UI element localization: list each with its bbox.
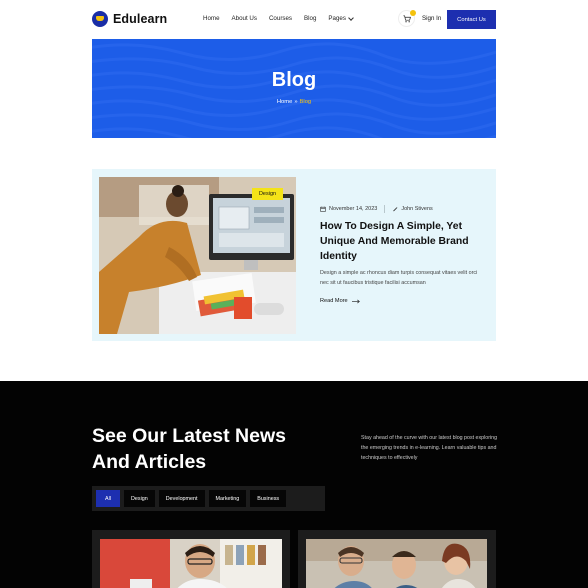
post-meta: November 14, 2023 John Stivens bbox=[320, 205, 433, 213]
filter-design[interactable]: Design bbox=[124, 490, 155, 507]
hero-banner: Blog Home» Blog bbox=[92, 39, 496, 138]
blog-card-image[interactable] bbox=[306, 539, 487, 588]
breadcrumb-separator: » bbox=[294, 99, 298, 105]
contact-us-button[interactable]: Contact Us bbox=[447, 10, 496, 29]
latest-news-section bbox=[0, 381, 588, 588]
blog-card-image[interactable] bbox=[100, 539, 282, 588]
filter-development[interactable]: Development bbox=[158, 490, 205, 507]
category-tag[interactable]: Design bbox=[252, 188, 283, 200]
main-nav: Home About Us Courses Blog Pages bbox=[203, 14, 365, 22]
logo[interactable]: Edulearn bbox=[92, 11, 167, 27]
cart-icon bbox=[402, 14, 411, 22]
nav-courses[interactable]: Courses bbox=[269, 15, 292, 22]
meta-divider bbox=[384, 205, 386, 213]
cart-button[interactable] bbox=[398, 10, 416, 27]
filter-all[interactable]: All bbox=[96, 490, 120, 507]
breadcrumb-home[interactable]: Home bbox=[277, 99, 292, 105]
blog-card[interactable] bbox=[298, 530, 496, 588]
nav-blog[interactable]: Blog bbox=[304, 15, 316, 22]
pen-icon bbox=[393, 207, 398, 212]
nav-home[interactable]: Home bbox=[203, 15, 220, 22]
featured-post-image[interactable] bbox=[99, 177, 296, 334]
read-more-label: Read More bbox=[320, 298, 348, 304]
filter-marketing[interactable]: Marketing bbox=[208, 490, 247, 507]
page-title: Blog bbox=[271, 69, 317, 91]
post-excerpt: Design a simple ac rhoncus diam turpis c… bbox=[320, 270, 478, 286]
section-title: See Our Latest News And Articles bbox=[92, 425, 286, 473]
post-date: November 14, 2023 bbox=[329, 206, 378, 212]
nav-pages[interactable]: Pages bbox=[328, 14, 354, 22]
nav-about-us[interactable]: About Us bbox=[232, 15, 257, 22]
site-header: Edulearn Home About Us Courses Blog Page… bbox=[0, 0, 588, 39]
logo-text: Edulearn bbox=[113, 12, 168, 26]
blog-card[interactable] bbox=[92, 530, 290, 588]
sign-in-link[interactable]: Sign In bbox=[422, 15, 441, 22]
filter-business[interactable]: Business bbox=[250, 490, 287, 507]
post-title[interactable]: How To Design A Simple, Yet Unique And M… bbox=[320, 220, 480, 264]
chevron-down-icon bbox=[348, 14, 354, 21]
graduation-cap-icon bbox=[92, 11, 108, 27]
read-more-link[interactable]: Read More bbox=[320, 298, 360, 304]
arrow-right-icon bbox=[351, 299, 360, 303]
breadcrumb-current: Blog bbox=[299, 99, 312, 105]
section-intro: Stay ahead of the curve with our latest … bbox=[361, 435, 498, 462]
category-filter-bar: All Design Development Marketing Busines… bbox=[92, 486, 325, 511]
cart-badge bbox=[410, 10, 416, 16]
breadcrumb: Home» Blog bbox=[92, 99, 496, 105]
calendar-icon bbox=[320, 206, 326, 212]
post-author[interactable]: John Stivens bbox=[401, 206, 433, 212]
